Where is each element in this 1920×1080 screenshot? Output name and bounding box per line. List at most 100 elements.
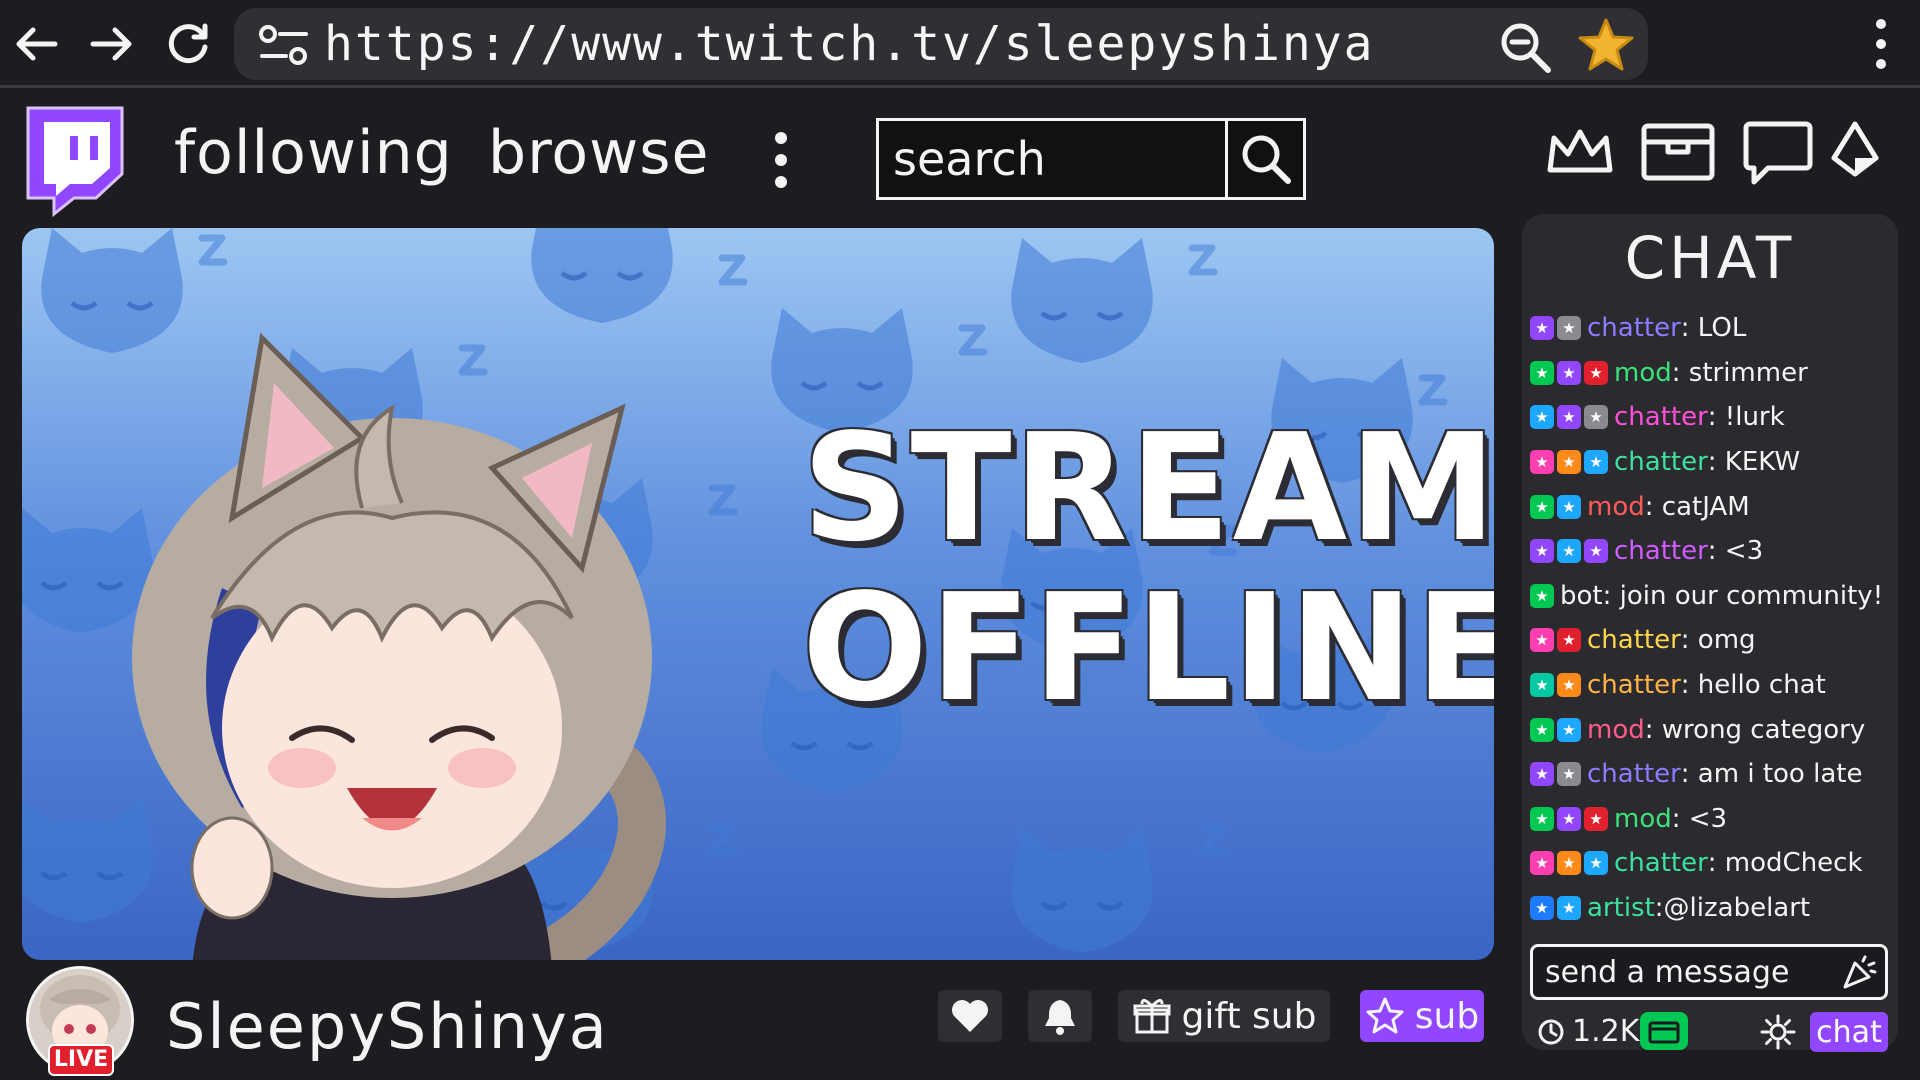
user-badge-icon[interactable]: ★ [1530,405,1554,430]
user-badge-icon[interactable]: ★ [1530,717,1554,742]
user-badge-icon[interactable]: ★ [1530,494,1554,519]
gift-sub-button[interactable]: gift sub [1118,990,1330,1042]
user-badge-icon[interactable]: ★ [1530,316,1554,341]
chat-message: ★ ★ chatter: hello chat [1530,663,1896,708]
chat-username[interactable]: chatter [1614,848,1708,878]
zoom-out-icon[interactable] [1498,20,1554,76]
nav-browse[interactable]: browse [488,118,709,188]
chat-message-text: : KEKW [1707,447,1801,478]
chat-message-text: : omg [1680,625,1756,656]
user-badge-icon[interactable]: ★ [1557,360,1581,385]
follow-button[interactable] [938,990,1002,1042]
nav-more-button[interactable] [766,132,796,188]
bell-icon [1045,1000,1075,1035]
user-badge-icon[interactable]: ★ [1530,628,1554,653]
user-badge-icon[interactable]: ★ [1530,762,1554,787]
user-badge-icon[interactable]: ★ [1557,494,1581,519]
chat-username[interactable]: chatter [1614,402,1708,432]
chat-username[interactable]: mod [1614,358,1672,388]
chat-message: ★ bot: join our community! [1530,574,1896,619]
user-badge-icon[interactable]: ★ [1557,405,1581,430]
user-badge-icon[interactable]: ★ [1584,405,1608,430]
user-badge-icon[interactable]: ★ [1584,539,1608,564]
chat-message: ★ ★ ★ mod: strimmer [1530,351,1896,396]
live-badge: LIVE [48,1044,114,1076]
user-badge-icon[interactable]: ★ [1530,450,1554,475]
viewer-count-value: 1.2K [1572,1014,1640,1049]
chat-username[interactable]: chatter [1587,625,1681,655]
user-badge-icon[interactable]: ★ [1584,360,1608,385]
chat-message: ★ ★ mod: catJAM [1530,484,1896,529]
twitch-logo-icon[interactable] [18,102,130,218]
user-badge-icon[interactable]: ★ [1530,806,1554,831]
party-popper-icon[interactable] [1841,955,1877,991]
channel-name[interactable]: SleepyShinya [166,990,609,1063]
chat-username[interactable]: chatter [1587,313,1681,343]
search-input[interactable] [879,121,1223,197]
gift-sub-label: gift sub [1181,995,1317,1037]
user-badge-icon[interactable]: ★ [1584,806,1608,831]
gift-icon [1133,999,1171,1034]
chat-input[interactable] [1533,947,1833,997]
browser-menu-button[interactable] [1856,14,1906,74]
user-badge-icon[interactable]: ★ [1530,673,1554,698]
chat-message: ★ ★ chatter: LOL [1530,306,1896,351]
reload-button[interactable] [158,14,218,74]
inbox-icon[interactable] [1640,120,1716,186]
nav-following[interactable]: following [174,118,453,188]
star-icon[interactable] [1576,16,1636,76]
chat-message: ★ ★ ★ chatter: <3 [1530,529,1896,574]
chat-username[interactable]: artist [1587,893,1655,923]
address-bar[interactable]: https://www.twitch.tv/sleepyshinya [234,8,1648,80]
user-badge-icon[interactable]: ★ [1530,896,1554,921]
chat-message-text: : <3 [1707,536,1764,567]
chat-username[interactable]: chatter [1614,447,1708,477]
user-badge-icon[interactable]: ★ [1530,851,1554,876]
user-badge-icon[interactable]: ★ [1557,628,1581,653]
chat-message: ★ ★ chatter: am i too late [1530,752,1896,797]
chat-username[interactable]: chatter [1587,670,1681,700]
chat-username[interactable]: chatter [1614,536,1708,566]
user-badge-icon[interactable]: ★ [1557,316,1581,341]
channel-points-button[interactable] [1640,1012,1688,1050]
user-badge-icon[interactable]: ★ [1557,539,1581,564]
search-button[interactable] [1225,121,1303,197]
notification-button[interactable] [1028,990,1092,1042]
user-badge-icon[interactable]: ★ [1557,673,1581,698]
search-bar [876,118,1306,200]
user-badge-icon[interactable]: ★ [1530,539,1554,564]
channel-avatar[interactable]: LIVE [26,966,134,1076]
user-badge-icon[interactable]: ★ [1530,360,1554,385]
chat-message: ★ ★ ★ mod: <3 [1530,797,1896,842]
subscribe-button[interactable]: sub [1360,990,1484,1042]
heart-icon [952,1000,988,1032]
tune-icon[interactable] [256,22,312,68]
bits-gem-icon[interactable] [1830,120,1880,184]
offline-banner[interactable]: STREAM OFFLINE [22,228,1494,960]
gear-icon[interactable] [1760,1014,1796,1050]
chat-send-button[interactable]: chat [1810,1012,1888,1052]
url-text[interactable]: https://www.twitch.tv/sleepyshinya [324,16,1375,72]
user-badge-icon[interactable]: ★ [1557,762,1581,787]
chat-message: ★ ★ chatter: omg [1530,618,1896,663]
chat-message: ★ ★ mod: wrong category [1530,707,1896,752]
user-badge-icon[interactable]: ★ [1557,806,1581,831]
user-badge-icon[interactable]: ★ [1557,896,1581,921]
catboy-character-illustration [132,332,666,960]
user-badge-icon[interactable]: ★ [1557,717,1581,742]
forward-button[interactable] [82,14,142,74]
chat-bubble-icon[interactable] [1742,120,1814,190]
user-badge-icon[interactable]: ★ [1557,450,1581,475]
crown-icon[interactable] [1544,120,1616,184]
user-badge-icon[interactable]: ★ [1557,851,1581,876]
chat-username[interactable]: mod [1587,715,1645,745]
chat-username[interactable]: mod [1614,804,1672,834]
user-badge-icon[interactable]: ★ [1584,450,1608,475]
user-badge-icon[interactable]: ★ [1584,851,1608,876]
back-button[interactable] [6,14,66,74]
user-badge-icon[interactable]: ★ [1530,583,1554,608]
chat-panel: CHAT ★ ★ chatter: LOL ★ ★ ★ mod: strimmer ★ ★ ★ ch… [1522,214,1898,1052]
chat-username[interactable]: mod [1587,492,1645,522]
chat-username[interactable]: bot [1560,581,1603,611]
chat-username[interactable]: chatter [1587,759,1681,789]
